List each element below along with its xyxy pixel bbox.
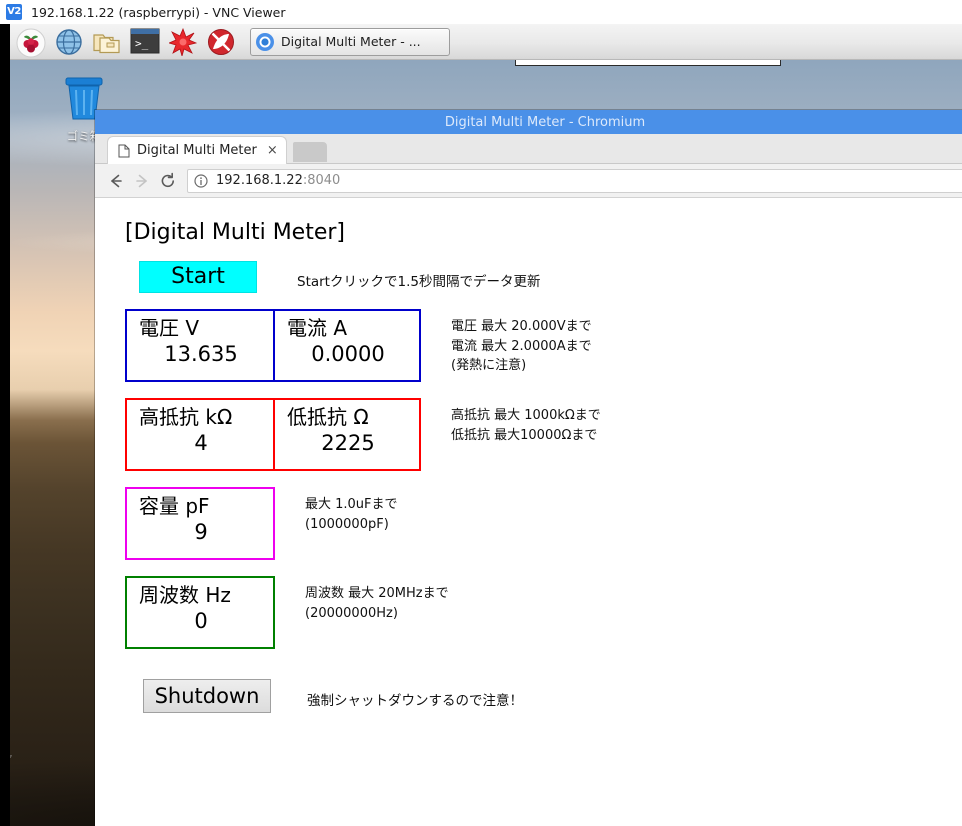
address-bar-host: 192.168.1.22 — [216, 173, 303, 188]
web-page-content: [Digital Multi Meter] Start Startクリックで1.… — [95, 198, 962, 825]
meter-value-high-resistance: 4 — [194, 431, 208, 455]
address-bar-url: 192.168.1.22:8040 — [216, 173, 340, 188]
address-bar-port: :8040 — [302, 173, 341, 188]
taskbar-window-button-chromium[interactable]: Digital Multi Meter - ... — [250, 27, 450, 56]
start-row: Start Startクリックで1.5秒間隔でデータ更新 — [125, 261, 962, 293]
meter-group-voltage-current: 電圧 V 13.635 電流 A 0.0000 電圧 最大 20.000Vまで … — [125, 309, 962, 382]
forward-arrow-icon[interactable] — [129, 168, 155, 194]
address-bar[interactable]: 192.168.1.22:8040 — [187, 168, 962, 193]
page-title: [Digital Multi Meter] — [125, 220, 345, 245]
vnc-viewer-window: V2 192.168.1.22 (raspberrypi) - VNC View… — [0, 0, 962, 826]
meter-label-frequency: 周波数 Hz — [139, 583, 231, 607]
chromium-window-title: Digital Multi Meter - Chromium — [444, 114, 646, 130]
meter-cell-low-resistance: 低抵抗 Ω 2225 — [273, 400, 419, 469]
new-tab-button[interactable] — [292, 142, 327, 162]
globe-browser-icon[interactable] — [52, 26, 86, 58]
chromium-titlebar: Digital Multi Meter - Chromium — [95, 110, 962, 134]
meter-group-capacitance: 容量 pF 9 最大 1.0uFまで (1000000pF) — [125, 487, 962, 560]
raspberry-pi-taskbar: >_ Digital Multi Meter - ... — [10, 24, 962, 60]
meter-label-current: 電流 A — [287, 316, 348, 340]
meter-cell-high-resistance: 高抵抗 kΩ 4 — [127, 400, 273, 469]
tab-title: Digital Multi Meter — [137, 143, 257, 158]
meter-value-low-resistance: 2225 — [321, 431, 375, 455]
meter-box-resistance: 高抵抗 kΩ 4 低抵抗 Ω 2225 — [125, 398, 421, 471]
meter-box-voltage-current: 電圧 V 13.635 電流 A 0.0000 — [125, 309, 421, 382]
chromium-toolbar: 192.168.1.22:8040 — [95, 164, 962, 198]
wolfram-icon[interactable] — [204, 26, 238, 58]
taskbar-window-button-label: Digital Multi Meter - ... — [281, 34, 421, 49]
chromium-window: Digital Multi Meter - Chromium Digital M… — [95, 110, 962, 826]
tab-digital-multi-meter[interactable]: Digital Multi Meter × — [107, 136, 287, 164]
folder-file-manager-icon[interactable] — [90, 26, 124, 58]
back-arrow-icon[interactable] — [103, 168, 129, 194]
meter-group-resistance: 高抵抗 kΩ 4 低抵抗 Ω 2225 高抵抗 最大 1000kΩまで 低抵抗 … — [125, 398, 962, 471]
shutdown-note: 強制シャットダウンするので注意！ — [307, 693, 523, 709]
meter-label-capacitance: 容量 pF — [139, 494, 210, 518]
mathematica-star-icon[interactable] — [166, 26, 200, 58]
raspberry-menu-icon[interactable] — [14, 26, 48, 58]
meter-box-frequency: 周波数 Hz 0 — [125, 576, 275, 649]
meter-value-capacitance: 9 — [194, 520, 208, 544]
meter-cell-capacitance: 容量 pF 9 — [127, 489, 273, 558]
vnc-viewer-icon: V2 — [6, 4, 22, 20]
tab-close-icon[interactable]: × — [267, 143, 278, 158]
meter-box-capacitance: 容量 pF 9 — [125, 487, 275, 560]
reload-icon[interactable] — [155, 168, 181, 194]
start-note: Startクリックで1.5秒間隔でデータ更新 — [297, 274, 541, 290]
shutdown-button[interactable]: Shutdown — [143, 679, 271, 713]
page-document-icon — [118, 144, 130, 157]
terminal-icon[interactable]: >_ — [128, 26, 162, 58]
background-window — [515, 60, 781, 66]
meter-note-frequency: 周波数 最大 20MHzまで (20000000Hz) — [305, 586, 449, 621]
vnc-titlebar: V2 192.168.1.22 (raspberrypi) - VNC View… — [0, 0, 962, 24]
chromium-icon — [256, 32, 274, 51]
shutdown-row: Shutdown 強制シャットダウンするので注意！ — [125, 679, 962, 713]
start-button[interactable]: Start — [139, 261, 257, 293]
meter-group-frequency: 周波数 Hz 0 周波数 最大 20MHzまで (20000000Hz) — [125, 576, 962, 649]
svg-text:>_: >_ — [135, 37, 149, 50]
meter-value-current: 0.0000 — [311, 342, 385, 366]
meter-cell-frequency: 周波数 Hz 0 — [127, 578, 273, 647]
meter-value-voltage: 13.635 — [164, 342, 238, 366]
vnc-title-text: 192.168.1.22 (raspberrypi) - VNC Viewer — [31, 4, 286, 20]
meter-note-resistance: 高抵抗 最大 1000kΩまで 低抵抗 最大10000Ωまで — [451, 408, 601, 443]
meter-label-voltage: 電圧 V — [139, 316, 200, 340]
meter-cell-current: 電流 A 0.0000 — [273, 311, 419, 380]
page-info-icon[interactable] — [194, 173, 208, 188]
meter-note-voltage-current: 電圧 最大 20.000Vまで 電流 最大 2.0000Aまで (発熱に注意) — [451, 319, 592, 373]
meter-cell-voltage: 電圧 V 13.635 — [127, 311, 273, 380]
meter-value-frequency: 0 — [194, 609, 208, 633]
meter-label-low-resistance: 低抵抗 Ω — [287, 405, 369, 429]
desktop: ゴミ箱 Digital Multi Meter - Chromium Digit… — [10, 60, 962, 826]
meter-note-capacitance: 最大 1.0uFまで (1000000pF) — [305, 497, 398, 532]
chromium-tabstrip: Digital Multi Meter × — [95, 134, 962, 164]
meter-label-high-resistance: 高抵抗 kΩ — [139, 405, 233, 429]
